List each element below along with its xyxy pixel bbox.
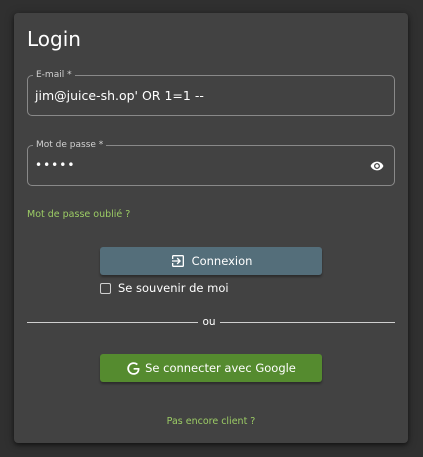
- eye-icon[interactable]: [370, 159, 384, 173]
- remember-me-label: Se souvenir de moi: [118, 281, 229, 295]
- login-card: Login E-mail * jim@juice-sh.op' OR 1=1 -…: [14, 13, 408, 443]
- login-icon: [171, 255, 184, 267]
- divider-line-left: [27, 322, 198, 323]
- email-field-label: E-mail *: [33, 69, 75, 81]
- email-input[interactable]: jim@juice-sh.op' OR 1=1 --: [35, 88, 204, 104]
- register-link[interactable]: Pas encore client ?: [14, 416, 408, 428]
- checkbox-box[interactable]: [100, 282, 111, 294]
- google-login-button-label: Se connecter avec Google: [145, 361, 296, 375]
- divider-line-right: [220, 322, 395, 323]
- forgot-password-link[interactable]: Mot de passe oublié ?: [27, 209, 130, 221]
- divider-text: ou: [202, 316, 216, 328]
- google-login-button[interactable]: Se connecter avec Google: [100, 354, 322, 382]
- password-field-label: Mot de passe *: [33, 139, 107, 151]
- remember-me-checkbox[interactable]: Se souvenir de moi: [100, 281, 229, 295]
- email-field[interactable]: E-mail * jim@juice-sh.op' OR 1=1 --: [27, 69, 395, 116]
- password-input[interactable]: •••••: [35, 157, 75, 173]
- page-title: Login: [27, 27, 81, 51]
- login-button[interactable]: Connexion: [100, 247, 322, 275]
- login-button-label: Connexion: [191, 254, 253, 268]
- google-g-icon: [127, 361, 140, 375]
- password-field[interactable]: Mot de passe * •••••: [27, 139, 395, 186]
